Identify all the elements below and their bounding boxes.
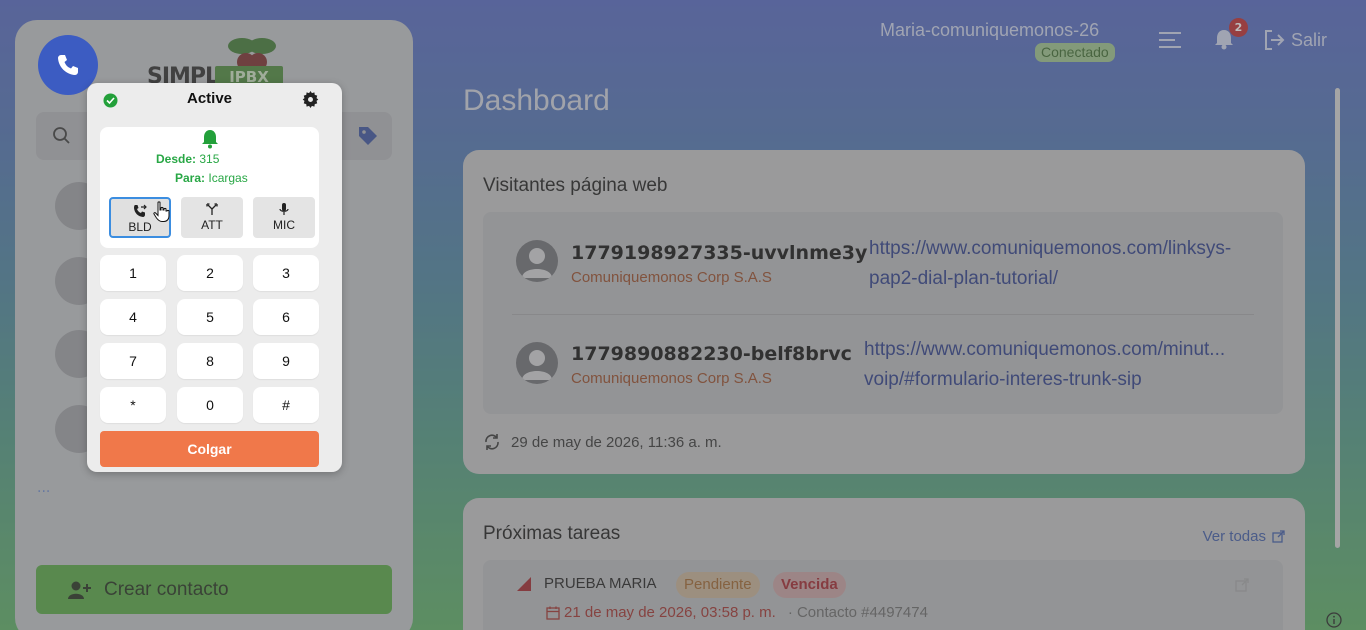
caller-to: Para: Icargas	[175, 171, 248, 185]
microphone-icon	[279, 203, 289, 215]
dial-key[interactable]: 0	[177, 387, 243, 423]
dial-key[interactable]: 2	[177, 255, 243, 291]
dial-key[interactable]: 3	[253, 255, 319, 291]
dial-key[interactable]: #	[253, 387, 319, 423]
softphone-status: Active	[186, 90, 233, 107]
softphone-panel: Active Desde: 315 Para: Icargas BLD ATT …	[87, 83, 342, 472]
call-info: Desde: 315 Para: Icargas BLD ATT MIC	[100, 127, 319, 248]
dial-key[interactable]: 5	[177, 299, 243, 335]
transfer-call-icon	[134, 204, 147, 217]
dial-key[interactable]: 4	[100, 299, 166, 335]
dial-key[interactable]: 7	[100, 343, 166, 379]
phone-icon	[58, 55, 78, 75]
dial-key[interactable]: 6	[253, 299, 319, 335]
hangup-button[interactable]: Colgar	[100, 431, 319, 467]
softphone-header: Active	[87, 83, 342, 119]
caller-from: Desde: 315	[156, 152, 220, 166]
dial-key[interactable]: *	[100, 387, 166, 423]
microphone-button[interactable]: MIC	[253, 197, 315, 238]
dial-key[interactable]: 8	[177, 343, 243, 379]
split-arrow-icon	[206, 203, 218, 215]
dial-key[interactable]: 9	[253, 343, 319, 379]
hand-cursor-icon	[153, 201, 170, 222]
ringing-bell-icon	[202, 130, 218, 149]
attended-transfer-button[interactable]: ATT	[181, 197, 243, 238]
gear-icon[interactable]	[302, 91, 319, 108]
dial-key[interactable]: 1	[100, 255, 166, 291]
